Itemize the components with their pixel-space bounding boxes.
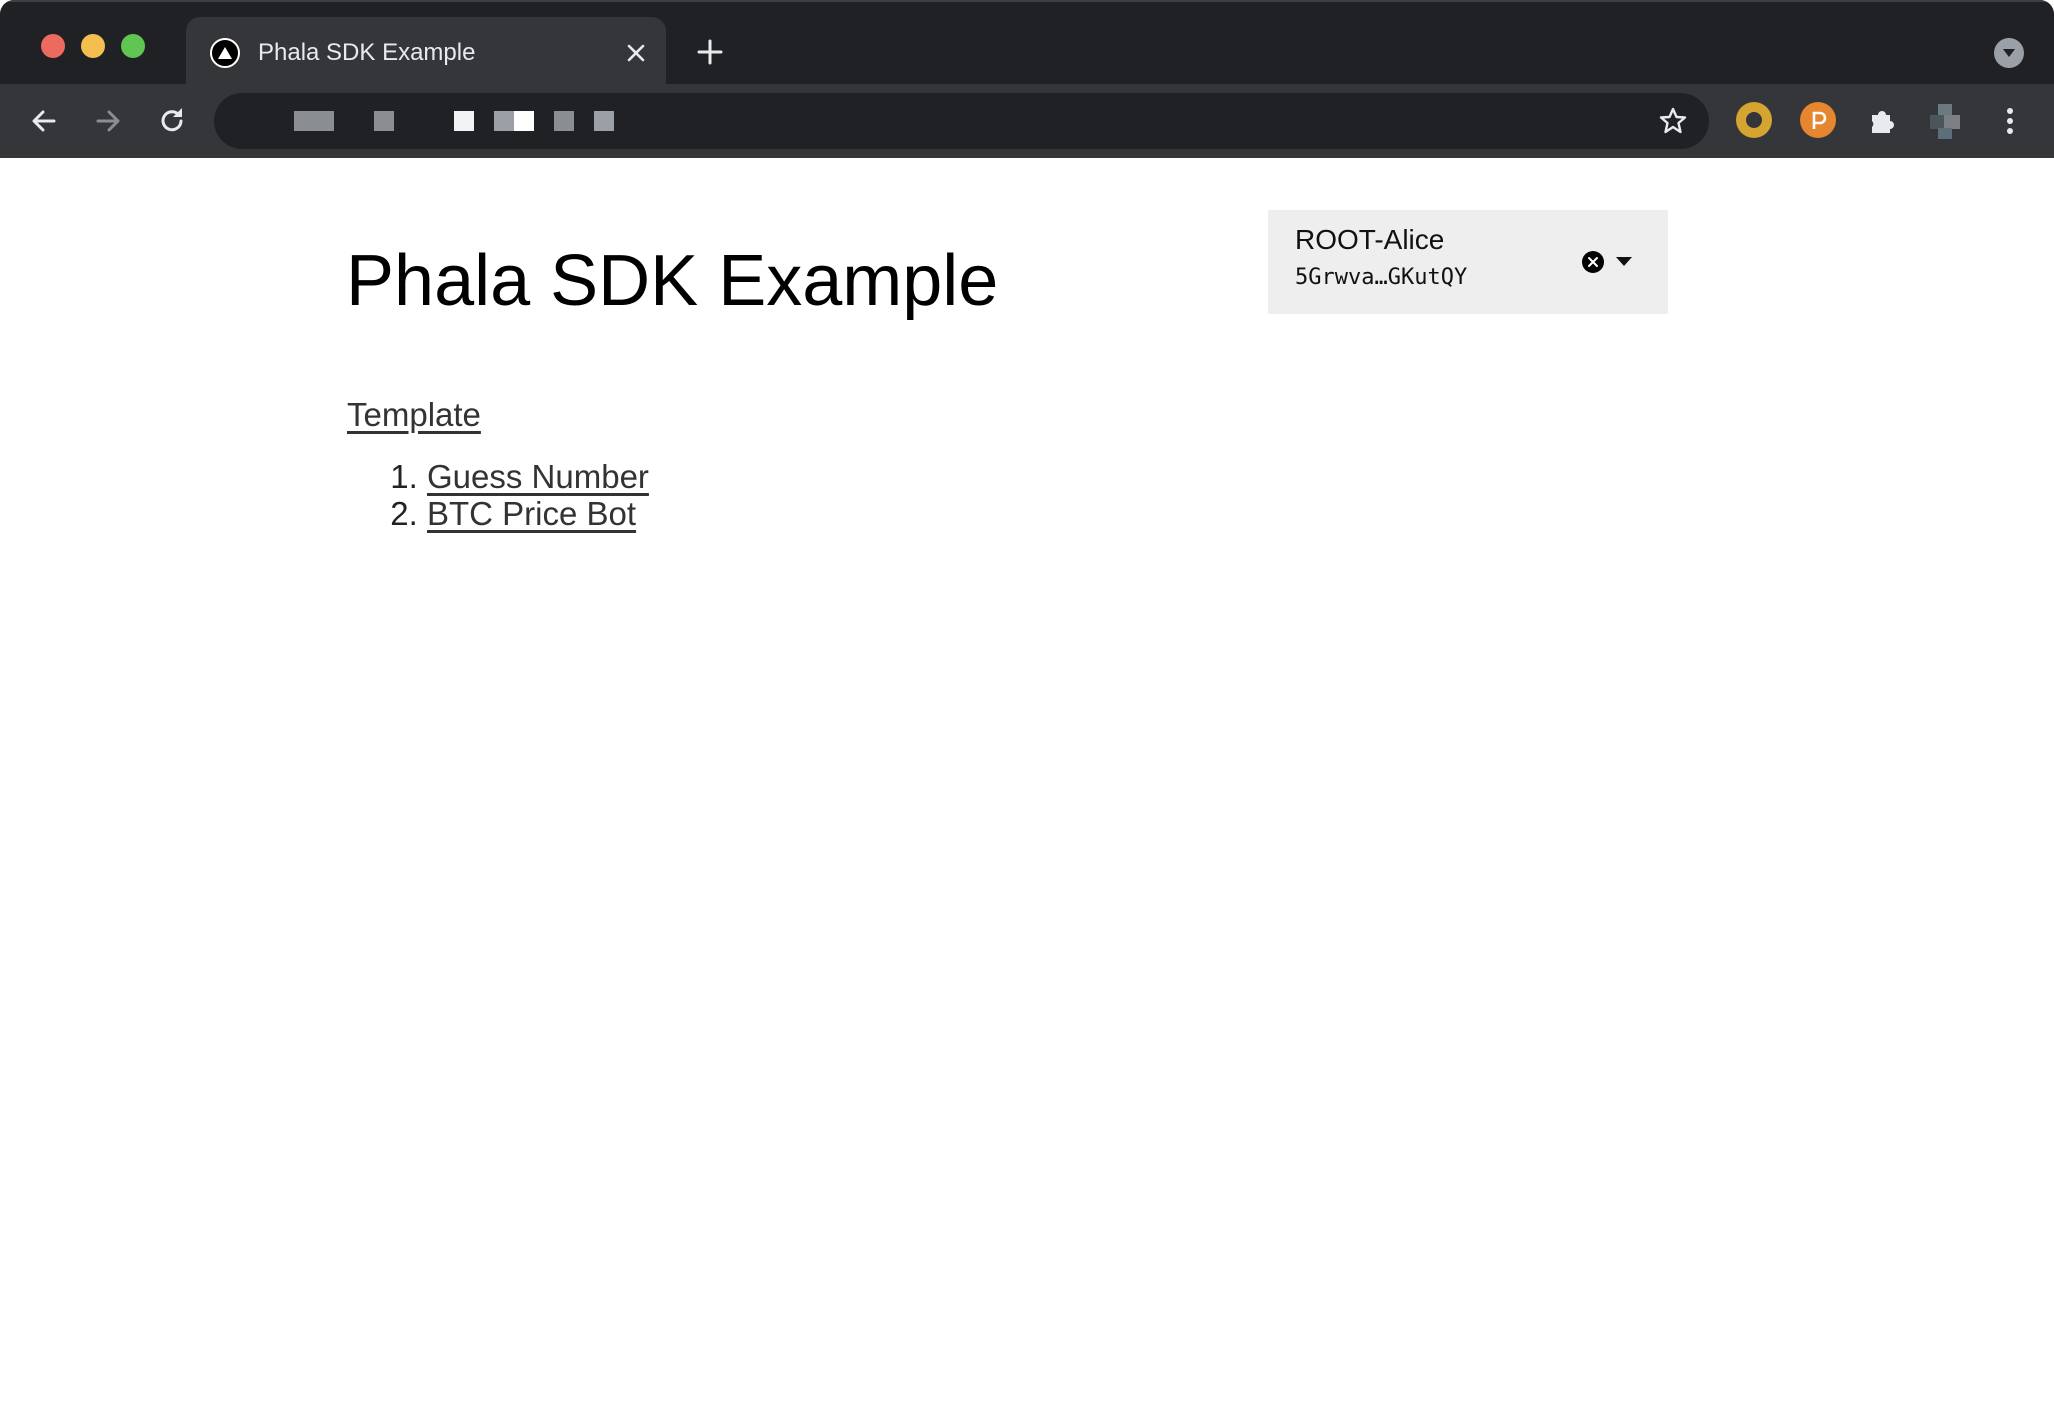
- chevron-down-icon[interactable]: [1616, 257, 1632, 266]
- tab-title: Phala SDK Example: [258, 39, 476, 66]
- extensions-puzzle-icon[interactable]: [1862, 101, 1902, 141]
- clear-icon[interactable]: [1582, 251, 1604, 273]
- back-icon[interactable]: [24, 101, 64, 141]
- profile-avatar-icon[interactable]: [1926, 101, 1966, 141]
- forward-icon[interactable]: [88, 101, 128, 141]
- browser-window: Phala SDK Example Phala SDK Example ROOT…: [0, 0, 2054, 1424]
- list-item: Guess Number: [427, 458, 649, 495]
- maximize-window-button[interactable]: [121, 34, 145, 58]
- account-address: 5Grwva…GKutQY: [1295, 265, 1468, 290]
- redacted-url-block: [374, 111, 394, 131]
- tab-strip: Phala SDK Example: [0, 0, 2054, 86]
- bookmark-star-icon[interactable]: [1657, 105, 1689, 137]
- close-tab-icon[interactable]: [620, 37, 652, 69]
- page-content: Phala SDK Example ROOT-Alice 5Grwva…GKut…: [0, 158, 2054, 1424]
- template-link[interactable]: Template: [347, 396, 481, 434]
- account-selector[interactable]: ROOT-Alice 5Grwva…GKutQY: [1268, 210, 1668, 314]
- minimize-window-button[interactable]: [81, 34, 105, 58]
- tab-search-icon[interactable]: [1994, 38, 2024, 68]
- example-list: Guess Number BTC Price Bot: [347, 458, 649, 532]
- extension-ring-icon[interactable]: [1736, 102, 1772, 138]
- redacted-url-block: [454, 111, 474, 131]
- guess-number-link[interactable]: Guess Number: [427, 458, 649, 495]
- polkadot-extension-icon[interactable]: [1800, 102, 1836, 138]
- browser-toolbar: [0, 84, 2054, 158]
- address-bar[interactable]: [214, 93, 1709, 149]
- redacted-url-block: [514, 111, 534, 131]
- account-name: ROOT-Alice: [1295, 224, 1445, 255]
- btc-price-bot-link[interactable]: BTC Price Bot: [427, 495, 636, 532]
- page-title: Phala SDK Example: [346, 241, 999, 321]
- redacted-url-block: [294, 111, 334, 131]
- new-tab-icon[interactable]: [692, 34, 728, 70]
- tab-phala-sdk-example[interactable]: Phala SDK Example: [186, 17, 666, 86]
- redacted-url-block: [594, 111, 614, 131]
- reload-icon[interactable]: [152, 101, 192, 141]
- menu-kebab-icon[interactable]: [1990, 101, 2030, 141]
- triangle-favicon-icon: [210, 38, 240, 68]
- list-item: BTC Price Bot: [427, 495, 649, 532]
- redacted-url-block: [554, 111, 574, 131]
- close-window-button[interactable]: [41, 34, 65, 58]
